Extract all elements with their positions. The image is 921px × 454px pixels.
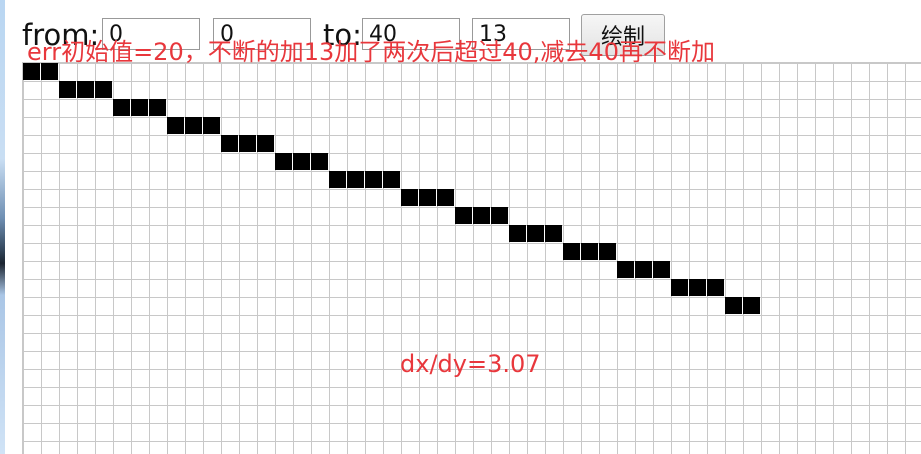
raster-pixel	[293, 153, 310, 170]
raster-pixel	[167, 117, 184, 134]
raster-pixel	[383, 171, 400, 188]
raster-pixel	[617, 261, 634, 278]
raster-pixel	[455, 207, 472, 224]
pixel-grid-canvas[interactable]	[22, 62, 921, 454]
raster-pixel	[59, 81, 76, 98]
raster-pixel	[743, 297, 760, 314]
raster-pixel	[473, 207, 490, 224]
raster-pixel	[311, 153, 328, 170]
raster-pixel	[653, 261, 670, 278]
raster-pixel	[725, 297, 742, 314]
background-window-edge	[0, 0, 5, 454]
raster-pixel	[239, 135, 256, 152]
raster-pixel	[77, 81, 94, 98]
raster-pixel	[599, 243, 616, 260]
raster-pixel	[185, 117, 202, 134]
raster-pixel	[419, 189, 436, 206]
raster-pixel	[95, 81, 112, 98]
raster-pixel	[203, 117, 220, 134]
raster-pixel	[581, 243, 598, 260]
raster-pixel	[221, 135, 238, 152]
raster-pixel	[527, 225, 544, 242]
raster-pixel	[113, 99, 130, 116]
raster-pixel	[509, 225, 526, 242]
raster-pixel	[437, 189, 454, 206]
err-annotation: err初始值=20，不断的加13加了两次后超过40,减去40再不断加	[27, 38, 715, 66]
raster-pixel	[563, 243, 580, 260]
raster-pixel	[257, 135, 274, 152]
slope-annotation: dx/dy=3.07	[400, 350, 541, 378]
raster-pixel	[401, 189, 418, 206]
raster-pixel	[329, 171, 346, 188]
raster-pixel	[689, 279, 706, 296]
raster-pixel	[275, 153, 292, 170]
raster-pixel	[671, 279, 688, 296]
raster-pixel	[545, 225, 562, 242]
raster-pixel	[347, 171, 364, 188]
raster-pixel	[491, 207, 508, 224]
raster-pixel	[131, 99, 148, 116]
raster-pixel	[365, 171, 382, 188]
raster-pixel	[635, 261, 652, 278]
raster-pixel	[149, 99, 166, 116]
page: from: to: 绘制 err初始值=20，不断的加13加了两次后超过40,减…	[0, 0, 921, 454]
raster-pixel	[707, 279, 724, 296]
